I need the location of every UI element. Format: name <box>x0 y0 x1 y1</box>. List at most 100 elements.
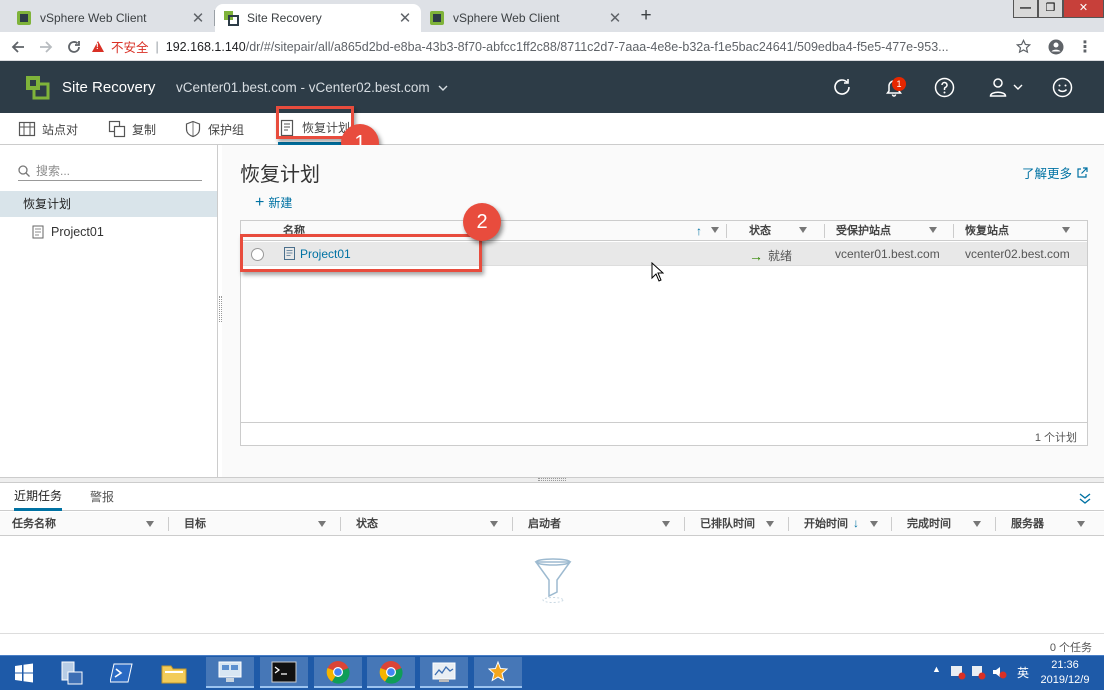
reload-icon[interactable] <box>62 32 86 61</box>
taskbar-performance-monitor[interactable] <box>420 657 468 688</box>
filter-icon[interactable] <box>711 227 719 233</box>
address-bar[interactable]: 不安全 | 192.168.1.140 /dr/#/sitepair/all/a… <box>92 34 1034 59</box>
chevron-down-icon <box>1013 84 1023 90</box>
column-divider[interactable] <box>512 517 513 531</box>
tray-network-icon[interactable] <box>950 664 966 680</box>
column-header-start-time[interactable]: 开始时间 <box>804 512 848 536</box>
column-divider[interactable] <box>726 224 727 238</box>
taskbar-server-manager[interactable] <box>47 657 95 688</box>
back-icon[interactable] <box>6 32 30 61</box>
column-header-queued-time[interactable]: 已排队时间 <box>700 512 755 536</box>
forward-icon[interactable] <box>34 32 58 61</box>
splitter-grip-icon[interactable] <box>538 478 566 481</box>
filter-icon[interactable] <box>973 521 981 527</box>
new-tab-button[interactable]: + <box>636 5 656 27</box>
column-divider[interactable] <box>684 517 685 531</box>
warning-icon <box>92 41 104 52</box>
column-header-task-name[interactable]: 任务名称 <box>12 512 56 536</box>
column-header-status[interactable]: 状态 <box>749 221 771 241</box>
sort-ascending-icon[interactable]: ↑ <box>696 224 702 238</box>
help-icon[interactable] <box>932 75 956 99</box>
tree-item-recovery-plans[interactable]: 恢复计划 <box>0 191 217 217</box>
column-divider[interactable] <box>891 517 892 531</box>
site-pair-selector[interactable]: vCenter01.best.com - vCenter02.best.com <box>176 80 448 95</box>
column-header-server[interactable]: 服务器 <box>1011 512 1044 536</box>
mouse-cursor-icon <box>651 262 664 282</box>
taskbar-app-star[interactable] <box>474 657 522 688</box>
tray-input-language[interactable]: 英 <box>1017 664 1029 681</box>
replication-icon <box>108 120 126 138</box>
bookmark-star-icon[interactable] <box>1011 32 1035 61</box>
browser-tab-vsphere-1[interactable]: vSphere Web Client ✕ <box>8 4 214 32</box>
column-header-completed-time[interactable]: 完成时间 <box>907 512 951 536</box>
site-pair-icon <box>18 121 36 137</box>
tab-alarms[interactable]: 警报 <box>90 483 114 511</box>
browser-tab-vsphere-2[interactable]: vSphere Web Client ✕ <box>421 4 631 32</box>
tab-site-pair[interactable]: 站点对 <box>18 113 78 145</box>
chevron-down-icon <box>438 85 448 91</box>
app-star-icon <box>487 660 509 682</box>
minimize-button[interactable]: — <box>1013 0 1038 18</box>
column-divider[interactable] <box>824 224 825 238</box>
tray-volume-icon[interactable] <box>991 664 1007 680</box>
column-header-recovery-site[interactable]: 恢复站点 <box>965 221 1009 241</box>
filter-icon[interactable] <box>766 521 774 527</box>
filter-icon[interactable] <box>1062 227 1070 233</box>
column-header-status[interactable]: 状态 <box>356 512 378 536</box>
column-header-initiator[interactable]: 启动者 <box>528 512 561 536</box>
clock-time: 21:36 <box>1051 659 1079 671</box>
tray-expand-icon[interactable]: ▲ <box>932 664 941 674</box>
user-menu[interactable] <box>986 75 1026 99</box>
tab-protection-groups[interactable]: 保护组 <box>184 113 244 145</box>
filter-icon[interactable] <box>146 521 154 527</box>
filter-icon[interactable] <box>1077 521 1085 527</box>
column-header-protected-site[interactable]: 受保护站点 <box>836 221 891 241</box>
sort-descending-icon[interactable]: ↓ <box>853 516 859 530</box>
tab-replication[interactable]: 复制 <box>108 113 156 145</box>
powershell-icon <box>110 663 133 682</box>
close-tab-icon[interactable]: ✕ <box>397 9 413 27</box>
column-divider[interactable] <box>168 517 169 531</box>
close-tab-icon[interactable]: ✕ <box>607 9 623 27</box>
server-manager-icon <box>61 661 83 684</box>
browser-tab-site-recovery[interactable]: Site Recovery ✕ <box>215 4 421 32</box>
tasks-footer: 0 个任务 <box>0 633 1104 655</box>
taskbar-remote-desktop[interactable] <box>206 657 254 688</box>
filter-icon[interactable] <box>929 227 937 233</box>
filter-icon[interactable] <box>870 521 878 527</box>
taskbar-command-prompt[interactable] <box>260 657 308 688</box>
filter-icon[interactable] <box>490 521 498 527</box>
windows-start-button[interactable] <box>0 657 48 688</box>
close-window-button[interactable]: ✕ <box>1063 0 1104 18</box>
new-plan-button[interactable]: + 新建 <box>255 194 292 211</box>
column-divider[interactable] <box>953 224 954 238</box>
taskbar-chrome-1[interactable] <box>314 657 362 688</box>
refresh-icon[interactable] <box>830 75 854 99</box>
tab-recent-tasks[interactable]: 近期任务 <box>14 483 63 511</box>
filter-icon[interactable] <box>318 521 326 527</box>
tray-security-icon[interactable] <box>970 664 986 680</box>
column-divider[interactable] <box>788 517 789 531</box>
column-divider[interactable] <box>340 517 341 531</box>
learn-more-link[interactable]: 了解更多 <box>1022 163 1088 182</box>
restore-button[interactable]: ❐ <box>1038 0 1063 18</box>
taskbar-file-explorer[interactable] <box>150 657 198 688</box>
search-input[interactable]: 搜索... <box>18 161 202 181</box>
close-tab-icon[interactable]: ✕ <box>190 9 206 27</box>
taskbar-powershell[interactable] <box>98 657 146 688</box>
collapse-panel-icon[interactable] <box>1078 491 1092 505</box>
filter-icon[interactable] <box>799 227 807 233</box>
page-title: 恢复计划 <box>240 164 320 186</box>
profile-icon[interactable] <box>1044 32 1068 61</box>
bottom-tabs: 近期任务 警报 <box>0 483 1104 511</box>
column-header-target[interactable]: 目标 <box>184 512 206 536</box>
tree-item-project01[interactable]: Project01 <box>32 223 104 241</box>
taskbar-clock[interactable]: 21:36 2019/12/9 <box>1033 658 1097 688</box>
column-divider[interactable] <box>995 517 996 531</box>
url-path: /dr/#/sitepair/all/a865d2bd-e8ba-43b3-8f… <box>245 39 949 54</box>
browser-menu-icon[interactable]: ⋮ <box>1073 32 1097 61</box>
taskbar-chrome-2[interactable] <box>367 657 415 688</box>
feedback-smiley-icon[interactable] <box>1050 75 1074 99</box>
filter-icon[interactable] <box>662 521 670 527</box>
user-icon <box>989 78 1007 97</box>
